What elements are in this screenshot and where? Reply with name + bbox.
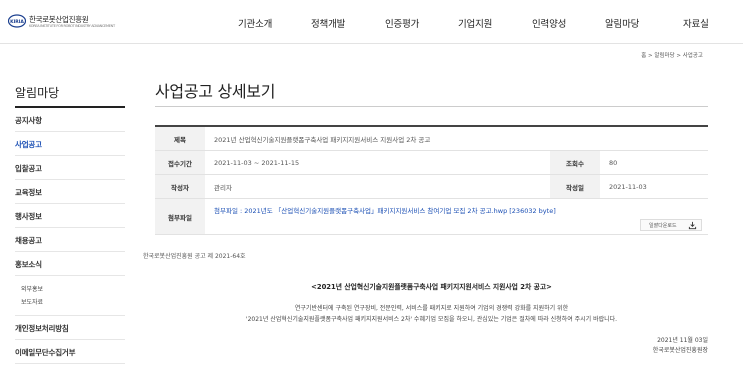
sidebar-item-recruitment[interactable]: 채용공고: [15, 228, 125, 252]
attachment-label: 첨부파일: [155, 199, 205, 234]
sidebar-item-education[interactable]: 교육정보: [15, 180, 125, 204]
sidebar-subitem-external-pr[interactable]: 외부홍보: [21, 283, 125, 296]
title-value: 2021년 산업혁신기술지원플랫폼구축사업 패키지지원서비스 지원사업 2차 공…: [214, 135, 431, 144]
nav-item-certification[interactable]: 인증평가: [385, 16, 419, 30]
notice-number: 한국로봇산업진흥원 공고 제 2021-64호: [143, 253, 246, 260]
breadcrumb[interactable]: 홈 > 알림마당 > 사업공고: [641, 51, 703, 59]
sidebar-item-business-announcement[interactable]: 사업공고: [15, 132, 125, 156]
title-label: 제목: [155, 127, 205, 150]
nav-item-policy[interactable]: 정책개발: [311, 16, 345, 30]
nav-item-training[interactable]: 인력양성: [532, 16, 566, 30]
author-value: 관리자: [214, 183, 232, 192]
attachment-cell: 첨부파일 : 2021년도 「산업혁신기술지원플랫폼구축사업」패키지지원서비스 …: [205, 199, 708, 234]
views-value: 80: [609, 158, 618, 167]
sign-organization: 한국로봇산업진흥원장: [652, 347, 708, 354]
date-value: 2021-11-03: [609, 182, 647, 191]
site-header: KIRIA 한국로봇산업진흥원 KOREA INSTITUTE FOR ROBO…: [0, 0, 743, 44]
sign-date: 2021년 11월 03일: [657, 337, 708, 344]
nav-item-about[interactable]: 기관소개: [238, 16, 272, 30]
nav-item-business-support[interactable]: 기업지원: [458, 16, 492, 30]
table-row: 작성자 관리자 작성일 2021-11-03: [155, 175, 708, 199]
sidebar-item-pr-news[interactable]: 홍보소식: [15, 252, 125, 276]
announcement-body-line: '2021년 산업혁신기술지원플랫폼구축사업 패키지지원서비스 2차' 수혜기업…: [245, 316, 618, 323]
announcement-body-line: 연구기반센터에 구축된 연구장비, 전문인력, 서비스를 패키지로 지원하여 기…: [294, 305, 569, 312]
nav-item-notice[interactable]: 알림마당: [605, 16, 639, 30]
sidebar-item-privacy-policy[interactable]: 개인정보처리방침: [15, 316, 125, 340]
table-row: 제목 2021년 산업혁신기술지원플랫폼구축사업 패키지지원서비스 지원사업 2…: [155, 127, 708, 151]
sidebar-item-events[interactable]: 행사정보: [15, 204, 125, 228]
sidebar-item-notices[interactable]: 공지사항: [15, 108, 125, 132]
sidebar-subitem-press-release[interactable]: 보도자료: [21, 296, 125, 309]
sidebar-title: 알림마당: [15, 84, 125, 108]
post-info-table: 제목 2021년 산업혁신기술지원플랫폼구축사업 패키지지원서비스 지원사업 2…: [155, 125, 708, 235]
download-all-label: 일괄다운로드: [649, 222, 677, 229]
date-label: 작성일: [550, 175, 600, 198]
period-label: 접수기간: [155, 151, 205, 174]
attachment-link[interactable]: 첨부파일 : 2021년도 「산업혁신기술지원플랫폼구축사업」패키지지원서비스 …: [214, 205, 556, 215]
sidebar-item-bids[interactable]: 입찰공고: [15, 156, 125, 180]
author-label: 작성자: [155, 175, 205, 198]
period-value: 2021-11-03 ~ 2021-11-15: [214, 158, 300, 167]
page-title: 사업공고 상세보기: [155, 82, 276, 101]
table-row: 접수기간 2021-11-03 ~ 2021-11-15 조회수 80: [155, 151, 708, 175]
table-row: 첨부파일 첨부파일 : 2021년도 「산업혁신기술지원플랫폼구축사업」패키지지…: [155, 199, 708, 235]
download-icon: [688, 221, 697, 230]
main-nav: 기관소개 정책개발 인증평가 기업지원 인력양성 알림마당 자료실: [0, 16, 743, 30]
sidebar-item-email-refusal[interactable]: 이메일무단수집거부: [15, 340, 125, 364]
sidebar-submenu: 외부홍보 보도자료: [15, 276, 125, 316]
nav-item-archive[interactable]: 자료실: [683, 16, 709, 30]
announcement-title: <2021년 산업혁신기술지원플랫폼구축사업 패키지지원서비스 지원사업 2차 …: [311, 283, 552, 291]
title-divider: [155, 106, 708, 107]
views-label: 조회수: [550, 151, 600, 174]
download-all-button[interactable]: 일괄다운로드: [640, 219, 702, 231]
sidebar: 알림마당 공지사항 사업공고 입찰공고 교육정보 행사정보 채용공고 홍보소식 …: [15, 84, 125, 364]
